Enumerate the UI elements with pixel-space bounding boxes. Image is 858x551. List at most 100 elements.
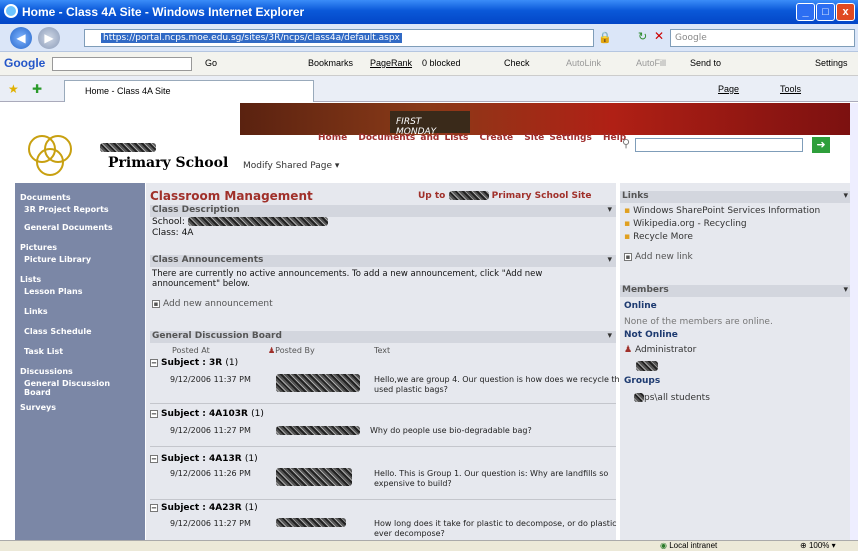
add-icon: ▪ (152, 299, 160, 308)
zoom-level[interactable]: ⊕ 100% ▾ (800, 541, 836, 550)
toolbar-autofill[interactable]: AutoFill (636, 58, 666, 68)
stop-icon[interactable]: ✕ (654, 29, 664, 43)
link-item[interactable]: ▪ Windows SharePoint Services Information (624, 206, 820, 216)
banner-board: FIRST MONDAY (390, 111, 470, 137)
collapse-icon[interactable]: − (150, 409, 158, 418)
left-navigation: Documents 3R Project Reports General Doc… (15, 183, 145, 540)
chevron-down-icon[interactable]: ▾ (607, 255, 612, 265)
tab-home[interactable]: Home - Class 4A Site (64, 80, 314, 102)
nav-create[interactable]: Create (479, 133, 513, 143)
collapse-icon[interactable]: − (150, 454, 158, 463)
class-announcements-header: Class Announcements ▾ (150, 255, 616, 267)
redacted-member (636, 361, 658, 371)
col-text[interactable]: Text (374, 346, 390, 355)
site-search-input[interactable] (635, 138, 803, 152)
collapse-icon[interactable]: − (150, 358, 158, 367)
chevron-down-icon[interactable]: ▾ (843, 285, 848, 295)
add-icon: ▪ (624, 252, 632, 261)
up-to-link[interactable]: Up to Primary School Site (418, 191, 591, 201)
nav-lesson-plans[interactable]: Lesson Plans (24, 287, 82, 296)
add-favorites-icon[interactable]: ✚ (32, 82, 42, 96)
nav-general-discussion-board[interactable]: General Discussion Board (24, 379, 134, 397)
divider (150, 446, 616, 447)
nav-heading-documents[interactable]: Documents (20, 193, 71, 202)
chevron-down-icon[interactable]: ▾ (607, 205, 612, 215)
nav-task-list[interactable]: Task List (24, 347, 63, 356)
page-content: FIRST MONDAY Primary School Modify Share… (0, 103, 858, 540)
vertical-scrollbar[interactable] (850, 103, 858, 540)
collapse-icon[interactable]: − (150, 503, 158, 512)
nav-links[interactable]: Links (24, 307, 48, 316)
school-name: Primary School (108, 155, 229, 171)
members-header: Members ▾ (620, 285, 852, 297)
address-bar: ◀ ▶ https://portal.ncps.moe.edu.sg/sites… (0, 24, 858, 52)
toolbar-go[interactable]: Go (205, 58, 217, 68)
add-announcement-link[interactable]: ▪ Add new announcement (152, 299, 273, 309)
thread-subject[interactable]: − Subject : 3R (1) (150, 358, 238, 368)
redacted-author (276, 426, 360, 435)
link-item[interactable]: ▪ Wikipedia.org - Recycling (624, 219, 747, 229)
nav-heading-pictures[interactable]: Pictures (20, 243, 57, 252)
nav-heading-discussions[interactable]: Discussions (20, 367, 73, 376)
nav-home[interactable]: Home (318, 133, 347, 143)
zone-indicator[interactable]: ◉ Local intranet (660, 541, 717, 550)
zoom-icon: ⊕ (800, 541, 807, 550)
nav-3r-project-reports[interactable]: 3R Project Reports (24, 205, 109, 214)
nav-picture-library[interactable]: Picture Library (24, 255, 91, 264)
google-search-box[interactable] (52, 57, 192, 71)
google-toolbar: Google Go Bookmarks PageRank 0 blocked C… (0, 52, 858, 76)
link-item[interactable]: ▪ Recycle More (624, 232, 693, 242)
ie-icon (4, 4, 18, 18)
toolbar-bookmarks[interactable]: Bookmarks (308, 58, 353, 68)
redacted-author (276, 468, 352, 486)
announcements-empty-text: There are currently no active announceme… (152, 269, 543, 289)
class-description-header: Class Description ▾ (150, 205, 616, 217)
favorites-star-icon[interactable]: ★ (8, 82, 19, 96)
minimize-button[interactable]: _ (796, 3, 815, 21)
member-administrator[interactable]: ♟ Administrator (624, 345, 696, 355)
col-posted-at[interactable]: Posted At (172, 346, 210, 355)
top-nav: Home Documents and Lists Create Site Set… (318, 133, 632, 143)
groups-heading: Groups (624, 376, 661, 386)
title-bar: Home - Class 4A Site - Windows Internet … (0, 0, 858, 24)
school-line: School: (152, 217, 328, 227)
search-go-button[interactable]: ➜ (812, 137, 830, 153)
maximize-button[interactable]: □ (816, 3, 835, 21)
chevron-down-icon[interactable]: ▾ (843, 191, 848, 201)
nav-heading-lists[interactable]: Lists (20, 275, 41, 284)
lock-icon[interactable]: 🔒 (598, 31, 612, 44)
add-link-link[interactable]: ▪ Add new link (624, 252, 693, 262)
tools-menu[interactable]: Tools (780, 84, 801, 94)
thread-subject[interactable]: − Subject : 4A103R (1) (150, 409, 264, 419)
chevron-down-icon[interactable]: ▾ (607, 331, 612, 341)
toolbar-pagerank[interactable]: PageRank (370, 58, 412, 68)
modify-shared-page-menu[interactable]: Modify Shared Page ▾ (243, 161, 339, 171)
online-heading: Online (624, 301, 657, 311)
bullet-icon: ▪ (624, 232, 631, 242)
page-menu[interactable]: Page (718, 84, 739, 94)
search-input[interactable]: Google (670, 29, 855, 47)
ie-window: Home - Class 4A Site - Windows Internet … (0, 0, 858, 551)
toolbar-check[interactable]: Check (504, 58, 530, 68)
group-item[interactable]: ps\all students (634, 393, 710, 403)
nav-class-schedule[interactable]: Class Schedule (24, 327, 92, 336)
refresh-icon[interactable]: ↻ (638, 30, 647, 43)
right-zone: Links ▾ ▪ Windows SharePoint Services Inf… (620, 183, 852, 540)
close-button[interactable]: x (836, 3, 855, 21)
nav-documents-lists[interactable]: Documents and Lists (358, 133, 468, 143)
nav-general-documents[interactable]: General Documents (24, 223, 113, 232)
nav-site-settings[interactable]: Site Settings (524, 133, 592, 143)
page-title: Classroom Management (150, 189, 313, 203)
tab-bar: ★ ✚ Home - Class 4A Site Page Tools (0, 76, 858, 102)
col-posted-by[interactable]: ♟Posted By (268, 346, 315, 355)
thread-subject[interactable]: − Subject : 4A13R (1) (150, 454, 258, 464)
nav-heading-surveys[interactable]: Surveys (20, 403, 56, 412)
forward-icon[interactable]: ▶ (38, 27, 60, 49)
thread-subject[interactable]: − Subject : 4A23R (1) (150, 503, 258, 513)
url-field[interactable]: https://portal.ncps.moe.edu.sg/sites/3R/… (84, 29, 594, 47)
back-icon[interactable]: ◀ (10, 27, 32, 49)
toolbar-sendto[interactable]: Send to (690, 58, 721, 68)
toolbar-autolink[interactable]: AutoLink (566, 58, 601, 68)
toolbar-blocked[interactable]: 0 blocked (422, 58, 461, 68)
toolbar-settings[interactable]: Settings (815, 58, 848, 68)
